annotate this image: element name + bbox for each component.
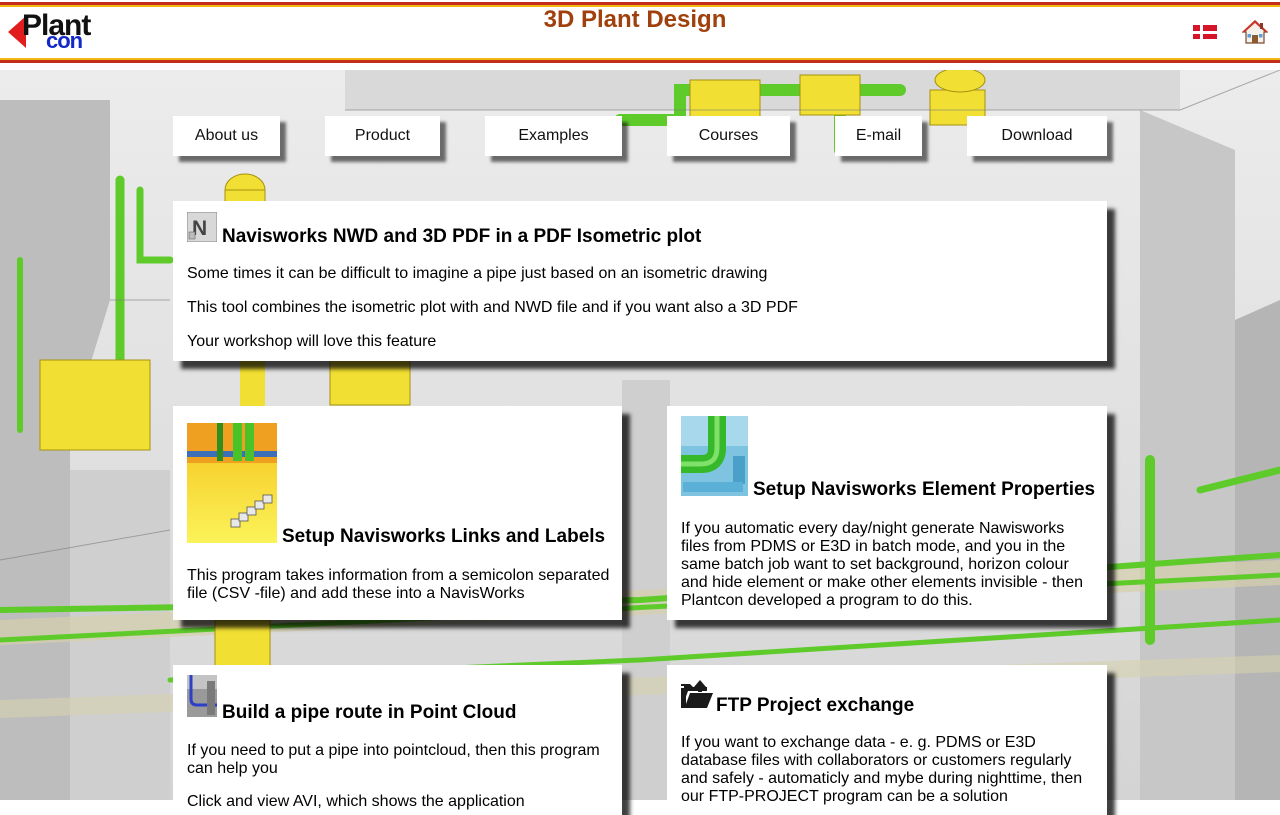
article-paragraph: If you automatic every day/night generat… [681, 520, 1083, 609]
pipe-elbow-thumbnail[interactable] [681, 416, 748, 496]
article-title[interactable]: Setup Navisworks Links and Labels [282, 526, 605, 548]
article-paragraph: If you need to put a pipe into pointclou… [187, 742, 600, 777]
nav-about-us[interactable]: About us [173, 116, 280, 156]
article-ftp: FTP Project exchange If you want to exch… [667, 665, 1107, 815]
article-avi-link[interactable]: Click and view AVI, which shows the appl… [187, 793, 612, 811]
nav-download[interactable]: Download [967, 116, 1107, 156]
danish-flag-icon[interactable] [1193, 25, 1217, 39]
folder-upload-icon[interactable] [681, 680, 713, 710]
article-isometric: N Navisworks NWD and 3D PDF in a PDF Iso… [173, 201, 1107, 361]
point-cloud-icon[interactable] [187, 675, 217, 717]
article-paragraph: Some times it can be difficult to imagin… [187, 265, 768, 282]
nav-product[interactable]: Product [325, 116, 440, 156]
article-paragraph: Your workshop will love this feature [187, 333, 437, 350]
article-paragraph: This tool combines the isometric plot wi… [187, 299, 798, 316]
article-title[interactable]: Navisworks NWD and 3D PDF in a PDF Isome… [222, 226, 701, 248]
article-pipe-route: Build a pipe route in Point Cloud If you… [173, 665, 622, 815]
article-paragraph: If you want to exchange data - e. g. PDM… [681, 734, 1083, 805]
article-paragraph: This program takes information from a se… [187, 567, 610, 602]
links-labels-thumbnail[interactable] [187, 423, 277, 543]
site-header: Plant con 3D Plant Design [0, 0, 1280, 70]
nav-email[interactable]: E-mail [835, 116, 922, 156]
site-title: 3D Plant Design [543, 6, 727, 33]
article-links-labels: Setup Navisworks Links and Labels This p… [173, 406, 622, 620]
article-title[interactable]: Build a pipe route in Point Cloud [222, 702, 516, 724]
navisworks-icon[interactable]: N [187, 212, 217, 242]
article-element-properties: Setup Navisworks Element Properties If y… [667, 406, 1107, 620]
nav-courses[interactable]: Courses [667, 116, 790, 156]
home-icon[interactable] [1242, 19, 1268, 45]
header-red-line-bottom [0, 60, 1280, 63]
article-title[interactable]: Setup Navisworks Element Properties [753, 479, 1095, 501]
article-title[interactable]: FTP Project exchange [716, 695, 914, 717]
nav-examples[interactable]: Examples [485, 116, 622, 156]
